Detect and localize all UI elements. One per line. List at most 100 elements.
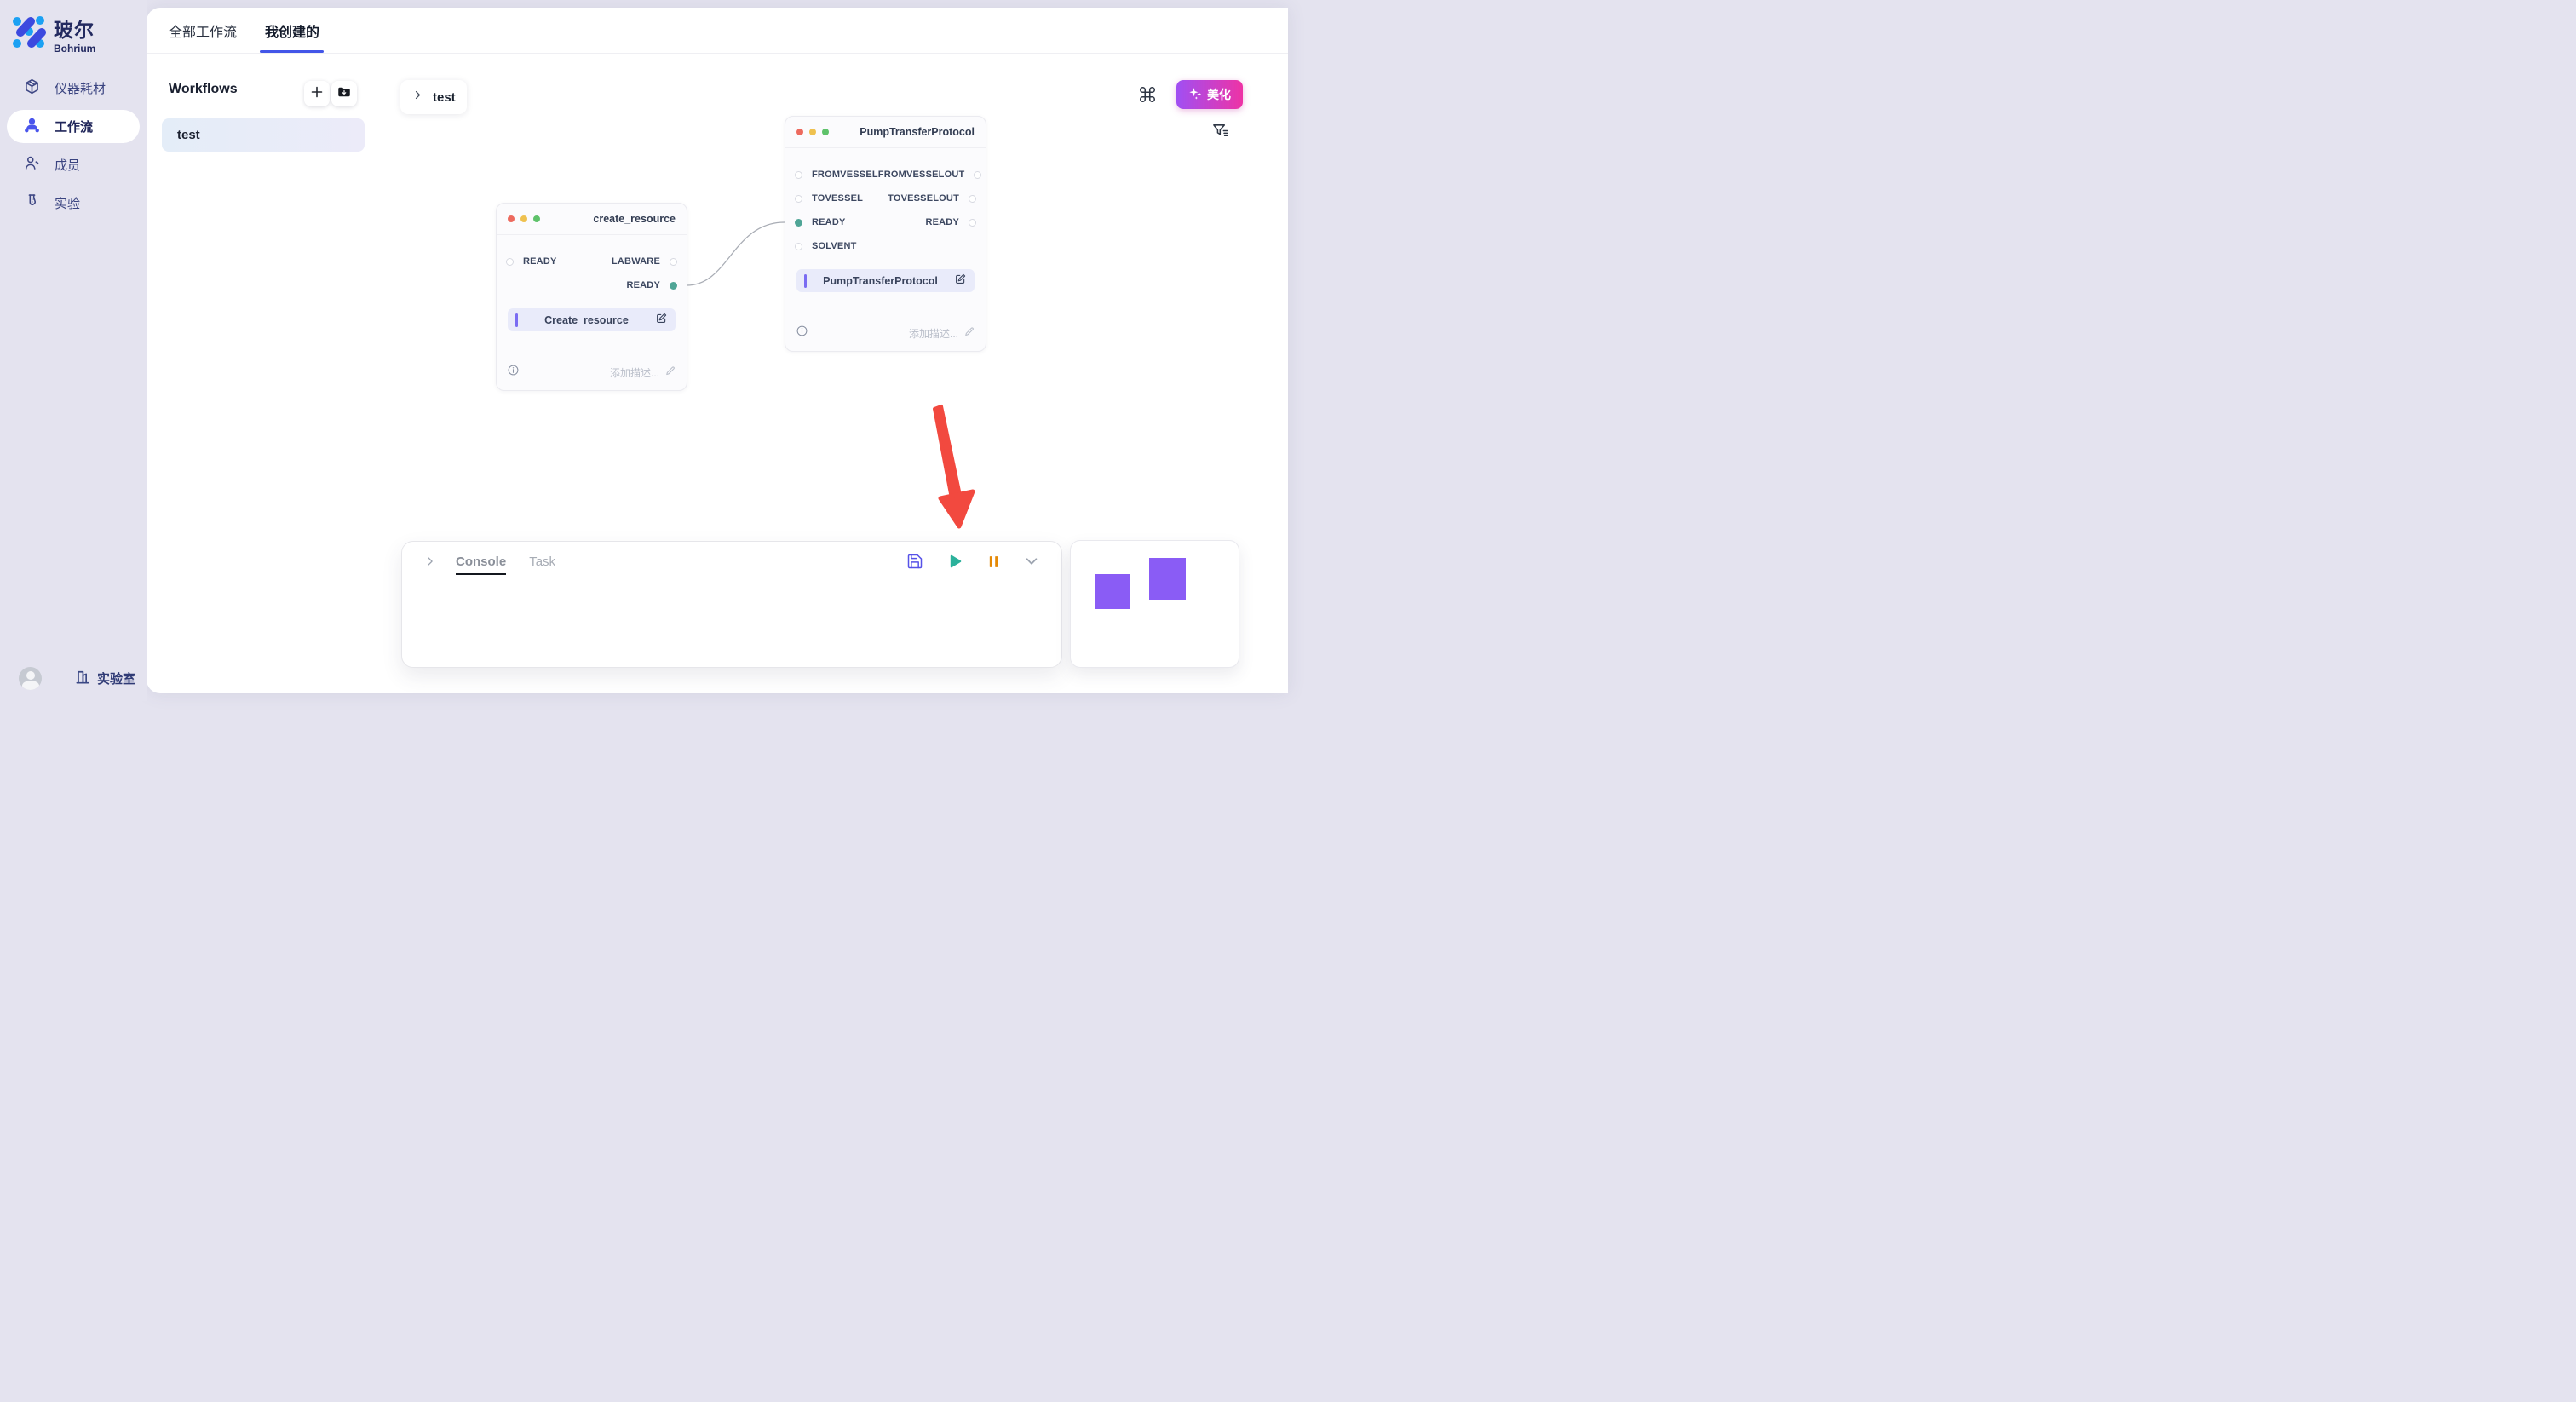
- breadcrumb[interactable]: test: [400, 80, 467, 114]
- output-port-tovesselout[interactable]: TOVESSELOUT: [888, 193, 976, 204]
- traffic-green-dot: [822, 129, 829, 135]
- beautify-button[interactable]: 美化: [1176, 80, 1243, 109]
- port-label: READY: [925, 217, 959, 227]
- port-circle[interactable]: [506, 258, 514, 266]
- pill-accent-bar: [515, 313, 518, 327]
- minimap[interactable]: [1070, 540, 1239, 668]
- port-label: READY: [523, 256, 557, 267]
- tab-all-workflows[interactable]: 全部工作流: [169, 8, 237, 54]
- description-placeholder[interactable]: 添加描述...: [909, 326, 958, 341]
- edit-icon[interactable]: [954, 273, 967, 290]
- add-workflow-button[interactable]: [304, 81, 330, 106]
- traffic-red-dot: [508, 215, 515, 222]
- output-port-ready[interactable]: READY: [925, 217, 976, 227]
- pause-icon[interactable]: [986, 554, 1001, 569]
- experiment-icon: [23, 192, 41, 214]
- info-icon[interactable]: [796, 325, 808, 342]
- edit-icon[interactable]: [655, 312, 668, 329]
- sidebar-footer: 实验室: [0, 667, 147, 690]
- node-pump-transfer-protocol[interactable]: PumpTransferProtocol FROMVESSEL FROMVESS…: [785, 116, 986, 352]
- collapse-chevron-icon[interactable]: [424, 555, 436, 567]
- info-icon[interactable]: [507, 364, 520, 381]
- port-label: FROMVESSEL: [812, 170, 878, 180]
- port-circle[interactable]: [795, 195, 802, 203]
- node-title: PumpTransferProtocol: [860, 126, 975, 138]
- node-action-pill[interactable]: PumpTransferProtocol: [796, 269, 975, 292]
- workflow-icon: [23, 116, 41, 137]
- node-footer: 添加描述...: [785, 325, 986, 351]
- bohrium-logo-icon: [12, 15, 46, 54]
- run-play-icon[interactable]: [946, 553, 963, 570]
- port-circle[interactable]: [795, 243, 802, 250]
- import-folder-button[interactable]: [331, 81, 357, 106]
- port-circle[interactable]: [969, 219, 976, 227]
- output-port-ready[interactable]: READY: [626, 280, 677, 290]
- console-panel: Console Task: [401, 541, 1062, 668]
- port-label: LABWARE: [612, 256, 660, 267]
- tab-console[interactable]: Console: [456, 554, 506, 575]
- sidebar-item-instruments[interactable]: 仪器耗材: [7, 72, 140, 105]
- brand: 玻尔 Bohrium: [0, 0, 147, 55]
- command-icon[interactable]: [1138, 85, 1157, 104]
- console-toolbar: [906, 553, 1039, 570]
- port-label: READY: [812, 217, 846, 227]
- workspace-switcher[interactable]: 实验室: [74, 669, 135, 689]
- sidebar-item-workflows[interactable]: 工作流: [7, 110, 140, 143]
- sidebar: 玻尔 Bohrium 仪器耗材 工作流: [0, 0, 147, 701]
- save-icon[interactable]: [906, 553, 923, 570]
- plus-icon: [310, 85, 324, 103]
- node-title: create_resource: [593, 213, 676, 225]
- description-placeholder[interactable]: 添加描述...: [610, 365, 659, 380]
- console-header: Console Task: [402, 542, 1061, 581]
- sparkles-icon: [1188, 86, 1203, 103]
- workspace-label: 实验室: [97, 669, 135, 687]
- main-panel: 全部工作流 我创建的 Workflows: [147, 8, 1288, 693]
- workflows-panel-title: Workflows: [169, 82, 238, 97]
- port-circle-connected[interactable]: [795, 219, 802, 227]
- pencil-icon[interactable]: [664, 365, 676, 381]
- traffic-green-dot: [533, 215, 540, 222]
- port-circle[interactable]: [670, 258, 677, 266]
- output-port-labware[interactable]: LABWARE: [612, 256, 677, 267]
- brand-name-zh: 玻尔: [54, 14, 95, 43]
- avatar[interactable]: [19, 667, 42, 690]
- port-circle-connected[interactable]: [670, 282, 677, 290]
- port-circle[interactable]: [795, 171, 802, 179]
- tabs-bar: 全部工作流 我创建的: [147, 8, 1288, 54]
- workflow-list-item-test[interactable]: test: [162, 118, 365, 152]
- input-port-fromvessel[interactable]: FROMVESSEL: [795, 170, 878, 180]
- input-port-ready[interactable]: READY: [795, 217, 846, 227]
- input-port-ready[interactable]: READY: [506, 256, 557, 267]
- workflow-canvas[interactable]: test 美化: [371, 54, 1288, 693]
- pencil-icon[interactable]: [963, 325, 975, 342]
- output-port-fromvesselout[interactable]: FROMVESSELOUT: [878, 170, 982, 180]
- node-action-label: PumpTransferProtocol: [810, 275, 951, 287]
- chevron-down-icon[interactable]: [1024, 554, 1039, 569]
- traffic-yellow-dot: [809, 129, 816, 135]
- tab-task[interactable]: Task: [529, 554, 555, 569]
- node-action-pill[interactable]: Create_resource: [508, 308, 676, 331]
- port-circle[interactable]: [969, 195, 976, 203]
- tab-created-by-me[interactable]: 我创建的: [265, 8, 319, 54]
- traffic-yellow-dot: [520, 215, 527, 222]
- minimap-node-create-resource: [1095, 574, 1130, 609]
- sidebar-item-members[interactable]: 成员: [7, 148, 140, 181]
- sidebar-item-label: 成员: [55, 156, 80, 174]
- filter-icon[interactable]: [1211, 122, 1229, 140]
- port-label: TOVESSELOUT: [888, 193, 959, 204]
- port-label: FROMVESSELOUT: [878, 170, 965, 180]
- folder-download-icon: [336, 84, 352, 104]
- pill-accent-bar: [804, 274, 807, 288]
- sidebar-item-experiments[interactable]: 实验: [7, 187, 140, 220]
- chevron-right-icon: [412, 89, 423, 105]
- input-port-tovessel[interactable]: TOVESSEL: [795, 193, 863, 204]
- brand-text: 玻尔 Bohrium: [54, 14, 95, 55]
- beautify-label: 美化: [1207, 86, 1231, 103]
- port-label: READY: [626, 280, 660, 290]
- port-circle[interactable]: [974, 171, 981, 179]
- node-create-resource[interactable]: create_resource READY LABWARE: [496, 203, 687, 391]
- workflows-panel: Workflows: [147, 54, 371, 693]
- active-tab-underline: [260, 50, 324, 54]
- input-port-solvent[interactable]: SOLVENT: [795, 241, 857, 251]
- port-label: SOLVENT: [812, 241, 857, 251]
